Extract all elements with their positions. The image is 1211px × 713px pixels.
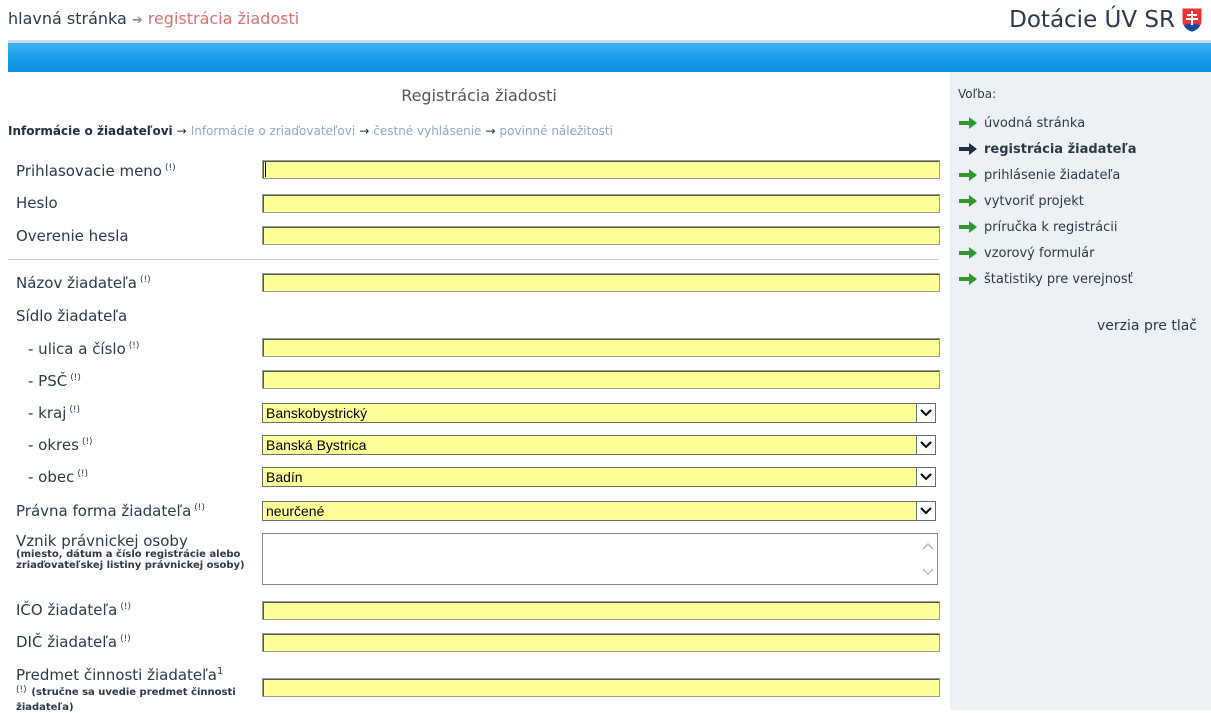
- sidebar-item-login[interactable]: prihlásenie žiadateľa: [959, 162, 1137, 188]
- sidebar-item-create-project[interactable]: vytvoriť projekt: [959, 188, 1137, 214]
- password-confirm-input[interactable]: [262, 226, 940, 245]
- sidebar-item-home[interactable]: úvodná stránka: [959, 110, 1137, 136]
- ico-input[interactable]: [262, 601, 940, 620]
- activity-hint: (stručne sa uvedie predmet činnosti žiad…: [16, 687, 236, 713]
- green-arrow-icon: [959, 221, 977, 233]
- legal-form-select[interactable]: neurčené: [262, 501, 936, 521]
- dark-arrow-icon: [959, 143, 977, 155]
- step-progress: Informácie o žiadateľovi → Informácie o zr…: [8, 124, 613, 138]
- password-input[interactable]: [262, 194, 940, 213]
- sidebar-item-label: príručka k registrácii: [984, 219, 1118, 235]
- step-2: Informácie o zriaďovateľovi: [190, 124, 356, 138]
- header: hlavná stránka ➔ registrácia žiadosti Dotá…: [0, 0, 1211, 40]
- green-arrow-icon: [959, 195, 977, 207]
- green-arrow-icon: [959, 273, 977, 285]
- seat-label: Sídlo žiadateľa: [16, 307, 128, 325]
- brand: Dotácie ÚV SR: [1009, 4, 1203, 36]
- kraj-label: - kraj (!): [28, 404, 81, 422]
- legal-form-label: Právna forma žiadateľa (!): [16, 502, 205, 520]
- okres-select-value: Banská Bystrica: [266, 437, 367, 453]
- sidebar-item-manual[interactable]: príručka k registrácii: [959, 214, 1137, 240]
- sidebar-item-label: prihlásenie žiadateľa: [984, 167, 1121, 183]
- street-label: - ulica a číslo (!): [28, 340, 140, 358]
- registration-form: Registrácia žiadosti Informácie o žiadat…: [8, 72, 950, 713]
- chevron-down-icon: [916, 468, 935, 486]
- ico-label: IČO žiadateľa (!): [16, 601, 131, 619]
- street-input[interactable]: [262, 338, 940, 357]
- breadcrumb-arrow-icon: ➔: [131, 13, 143, 28]
- step-4: povinné náležitosti: [499, 124, 613, 138]
- password-confirm-label: Overenie hesla: [16, 227, 129, 245]
- kraj-select-value: Banskobystrický: [266, 405, 368, 421]
- step-arrow: →: [485, 124, 496, 138]
- print-version-link[interactable]: verzia pre tlač: [1097, 318, 1197, 334]
- step-arrow: →: [176, 124, 187, 138]
- green-arrow-icon: [959, 169, 977, 181]
- sidebar-item-label: vzorový formulár: [984, 245, 1095, 261]
- step-current: Informácie o žiadateľovi: [8, 124, 173, 138]
- breadcrumb: hlavná stránka ➔ registrácia žiadosti: [8, 9, 299, 28]
- kraj-select[interactable]: Banskobystrický: [262, 403, 936, 423]
- activity-input[interactable]: [262, 678, 940, 697]
- chevron-down-icon: [916, 404, 935, 422]
- step-3: čestné vyhlásenie: [373, 124, 482, 138]
- obec-select-value: Badín: [266, 469, 303, 485]
- chevron-down-icon: [916, 436, 935, 454]
- step-arrow: →: [359, 124, 370, 138]
- sidebar-item-registration[interactable]: registrácia žiadateľa: [959, 136, 1137, 162]
- origin-label: Vznik právnickej osoby (miesto, dátum a …: [16, 532, 245, 571]
- green-arrow-icon: [959, 247, 977, 259]
- sidebar-title: Voľba:: [958, 87, 997, 101]
- password-label: Heslo: [16, 194, 58, 212]
- sidebar-item-sample-form[interactable]: vzorový formulár: [959, 240, 1137, 266]
- sidebar-item-statistics[interactable]: štatistiky pre verejnosť: [959, 266, 1137, 292]
- psc-input[interactable]: [262, 370, 940, 389]
- legal-form-select-value: neurčené: [266, 503, 325, 519]
- okres-select[interactable]: Banská Bystrica: [262, 435, 936, 455]
- page-title: Registrácia žiadosti: [401, 86, 557, 105]
- nav-bar: [8, 43, 1211, 72]
- section-divider: [8, 259, 938, 260]
- chevron-down-icon: [916, 502, 935, 520]
- slovak-coat-of-arms-icon: [1181, 7, 1203, 33]
- sidebar-item-label: štatistiky pre verejnosť: [984, 271, 1133, 287]
- okres-label: - okres (!): [28, 436, 93, 454]
- green-arrow-icon: [959, 117, 977, 129]
- sidebar-nav: úvodná stránka registrácia žiadateľa pri…: [959, 110, 1137, 292]
- dic-label: DIČ žiadateľa (!): [16, 633, 131, 651]
- psc-label: - PSČ (!): [28, 372, 81, 390]
- origin-hint: (miesto, dátum a číslo registrácie alebo…: [16, 549, 245, 571]
- dic-input[interactable]: [262, 633, 940, 652]
- name-input[interactable]: [262, 273, 940, 292]
- brand-title: Dotácie ÚV SR: [1009, 7, 1175, 33]
- obec-label: - obec (!): [28, 468, 88, 486]
- activity-label: Predmet činnosti žiadateľa1 (!) (stručne…: [16, 666, 236, 713]
- breadcrumb-current: registrácia žiadosti: [147, 9, 300, 28]
- textarea-scrollbar[interactable]: [919, 534, 937, 584]
- sidebar-item-label: úvodná stránka: [984, 115, 1086, 131]
- sidebar-item-label: vytvoriť projekt: [984, 193, 1084, 209]
- sidebar: Voľba: úvodná stránka registrácia žiadat…: [950, 72, 1211, 710]
- sidebar-item-label: registrácia žiadateľa: [984, 141, 1137, 157]
- login-input[interactable]: [262, 160, 940, 179]
- name-label: Názov žiadateľa (!): [16, 274, 151, 292]
- origin-textarea[interactable]: [262, 533, 938, 585]
- breadcrumb-home-link[interactable]: hlavná stránka: [8, 9, 127, 28]
- login-label: Prihlasovacie meno (!): [16, 162, 176, 180]
- obec-select[interactable]: Badín: [262, 467, 936, 487]
